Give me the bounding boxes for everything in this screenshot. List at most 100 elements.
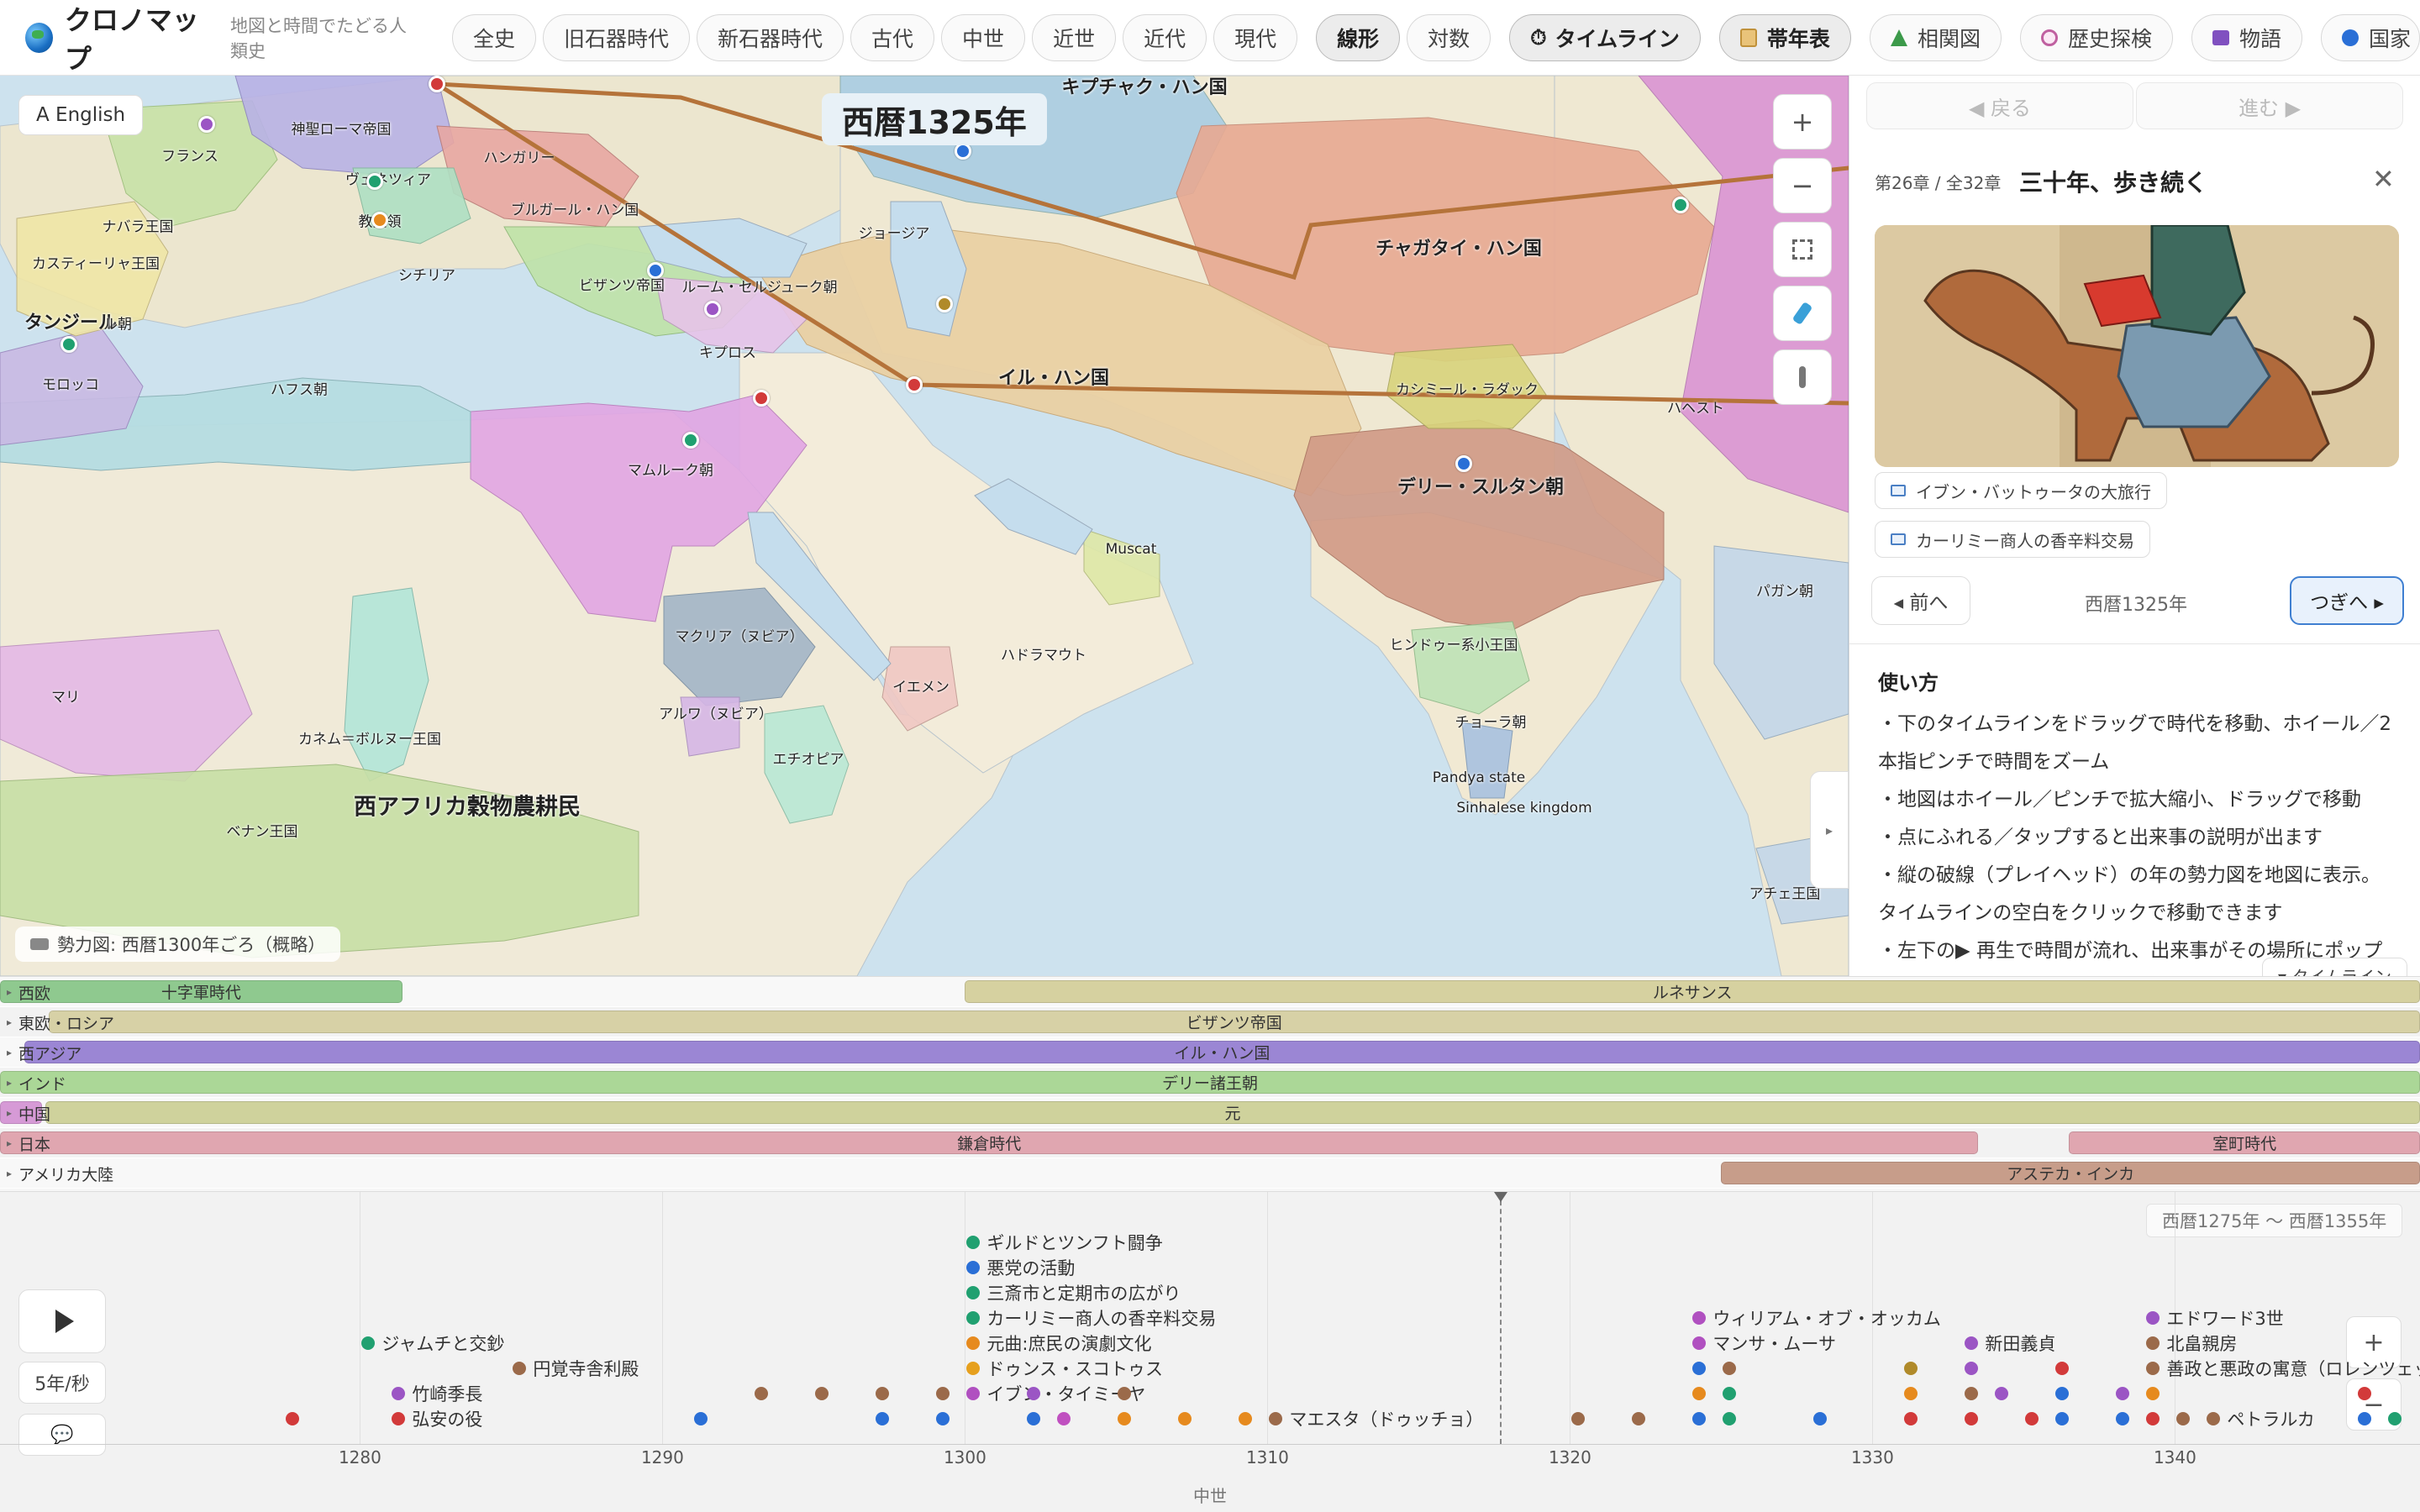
event-label[interactable]: 竹崎季長 — [412, 1381, 482, 1406]
era-button-ancient[interactable]: 古代 — [850, 13, 935, 61]
brand[interactable]: クロノマップ 地図と時間でたどる人類史 — [25, 0, 424, 76]
event-label[interactable]: エドワード3世 — [2166, 1305, 2283, 1331]
view-story-button[interactable]: 物語 — [2191, 13, 2302, 61]
event-label[interactable]: 北畠親房 — [2166, 1331, 2237, 1356]
event-dot[interactable] — [1692, 1362, 1707, 1375]
event-dot[interactable] — [1965, 1362, 1979, 1375]
event-dot[interactable] — [361, 1336, 376, 1350]
event-dot[interactable] — [966, 1236, 981, 1249]
event-dot[interactable] — [1723, 1362, 1737, 1375]
view-correlation-button[interactable]: 相関図 — [1869, 13, 2002, 61]
event-label[interactable]: ペトラルカ — [2227, 1406, 2314, 1431]
event-dot[interactable] — [1995, 1387, 2009, 1400]
event-dot[interactable] — [1692, 1311, 1707, 1325]
event-dot[interactable] — [815, 1387, 829, 1400]
band-chart[interactable]: 十字軍時代 ルネサンス 西欧ビザンツ帝国東欧・ロシアイル・ハン国西アジアデリー諸王朝… — [0, 976, 2420, 1191]
event-dot[interactable] — [936, 1387, 950, 1400]
side-panel-collapse-tab[interactable]: ▸ — [1810, 771, 1849, 889]
event-dot[interactable] — [2146, 1336, 2160, 1350]
event-dot[interactable] — [2055, 1387, 2070, 1400]
story-back-button[interactable]: ◀ 戻る — [1866, 82, 2133, 129]
event-pin[interactable] — [704, 301, 721, 318]
period-bar[interactable]: 十字軍時代 — [0, 980, 402, 1003]
band-row[interactable]: イル・ハン国西アジア — [0, 1037, 2420, 1068]
event-dot[interactable] — [876, 1387, 890, 1400]
japan-map-icon[interactable] — [1773, 286, 1832, 341]
band-row[interactable]: 元中国 — [0, 1098, 2420, 1128]
period-bar[interactable]: 鎌倉時代 — [0, 1131, 1979, 1154]
playback-speed-button[interactable]: 5年/秒 — [18, 1362, 106, 1404]
event-dot[interactable] — [392, 1387, 406, 1400]
event-dot[interactable] — [2358, 1412, 2372, 1425]
event-pin[interactable] — [429, 76, 445, 92]
playhead[interactable] — [1494, 1192, 1507, 1444]
event-label[interactable]: 円覚寺舎利殿 — [533, 1356, 639, 1381]
band-row[interactable]: ビザンツ帝国東欧・ロシア — [0, 1007, 2420, 1037]
scale-linear-button[interactable]: 線形 — [1316, 13, 1401, 61]
view-band-chart-button[interactable]: 帯年表 — [1718, 13, 1851, 61]
event-dot[interactable] — [966, 1336, 981, 1350]
event-label[interactable]: マンサ・ムーサ — [1712, 1331, 1836, 1356]
event-label[interactable]: 三斎市と定期市の広がり — [986, 1280, 1181, 1305]
event-dot[interactable] — [1239, 1412, 1253, 1425]
related-chip-karimi[interactable]: カーリミー商人の香辛料交易 — [1875, 521, 2150, 558]
event-pin[interactable] — [371, 212, 388, 228]
event-dot[interactable] — [1632, 1412, 1646, 1425]
story-forward-button[interactable]: 進む ▶ — [2136, 82, 2403, 129]
event-dot[interactable] — [1965, 1412, 1979, 1425]
event-dot[interactable] — [936, 1412, 950, 1425]
event-dot[interactable] — [1723, 1412, 1737, 1425]
period-bar[interactable]: ルネサンス — [965, 980, 2420, 1003]
event-dot[interactable] — [1904, 1362, 1918, 1375]
event-dot[interactable] — [286, 1412, 300, 1425]
event-pin[interactable] — [647, 262, 664, 279]
event-pin[interactable] — [1672, 197, 1689, 213]
zoom-in-button[interactable]: + — [1773, 94, 1832, 150]
story-next-button[interactable]: つぎへ ▸ — [2290, 576, 2404, 625]
event-dot[interactable] — [1057, 1412, 1071, 1425]
event-label[interactable]: ドゥンス・スコトゥス — [986, 1356, 1163, 1381]
event-label[interactable]: ギルドとツンフト闘争 — [986, 1230, 1162, 1255]
event-dot[interactable] — [1692, 1336, 1707, 1350]
event-dot[interactable] — [1965, 1387, 1979, 1400]
event-dot[interactable] — [2146, 1311, 2160, 1325]
band-row[interactable]: デリー諸王朝インド — [0, 1068, 2420, 1098]
event-dot[interactable] — [966, 1387, 981, 1400]
event-dot[interactable] — [2055, 1362, 2070, 1375]
period-bar[interactable]: デリー諸王朝 — [0, 1071, 2420, 1094]
event-label[interactable]: 新田義貞 — [1985, 1331, 2055, 1356]
event-dot[interactable] — [2358, 1387, 2372, 1400]
event-dot[interactable] — [1965, 1336, 1979, 1350]
event-dot[interactable] — [2146, 1362, 2160, 1375]
era-button-modern[interactable]: 近代 — [1123, 13, 1207, 61]
event-dot[interactable] — [1904, 1387, 1918, 1400]
era-button-neolithic[interactable]: 新石器時代 — [697, 13, 844, 61]
event-pin[interactable] — [906, 376, 923, 393]
period-bar[interactable]: イル・ハン国 — [24, 1041, 2420, 1063]
band-row[interactable]: 十字軍時代 ルネサンス 西欧 — [0, 977, 2420, 1007]
event-dot[interactable] — [1571, 1412, 1586, 1425]
event-dot[interactable] — [1813, 1412, 1828, 1425]
view-timeline-button[interactable]: ⏱ タイムライン — [1509, 13, 1701, 61]
event-label[interactable]: 善政と悪政の寓意（ロレンツェッティ） — [2166, 1356, 2420, 1381]
event-dot[interactable] — [1118, 1412, 1132, 1425]
speech-bubble-icon[interactable]: 💬 — [18, 1414, 106, 1456]
band-row[interactable]: 鎌倉時代 室町時代 日本 — [0, 1128, 2420, 1158]
event-timeline[interactable]: 西暦1275年 〜 西暦1355年 5年/秒 💬 + − 中世 1280 1290… — [0, 1191, 2420, 1512]
event-pin[interactable] — [1455, 455, 1472, 472]
era-button-contemporary[interactable]: 現代 — [1213, 13, 1298, 61]
event-pin[interactable] — [753, 390, 770, 407]
view-nation-button[interactable]: 国家 — [2320, 13, 2420, 61]
event-dot[interactable] — [1118, 1387, 1132, 1400]
event-dot[interactable] — [1904, 1412, 1918, 1425]
period-bar[interactable]: 室町時代 — [2069, 1131, 2420, 1154]
event-dot[interactable] — [2116, 1412, 2130, 1425]
event-dot[interactable] — [392, 1412, 406, 1425]
scale-log-button[interactable]: 対数 — [1407, 13, 1491, 61]
event-dot[interactable] — [2146, 1387, 2160, 1400]
story-prev-button[interactable]: ◂ 前へ — [1871, 576, 1970, 625]
event-dot[interactable] — [2176, 1412, 2191, 1425]
event-label[interactable]: 元曲:庶民の演劇文化 — [986, 1331, 1151, 1356]
event-dot[interactable] — [1027, 1412, 1041, 1425]
map-view[interactable]: キプチャク・ハン国神聖ローマ帝国フランスヴェネツィアハンガリー教皇領ナバラ王国カ… — [0, 76, 1849, 976]
